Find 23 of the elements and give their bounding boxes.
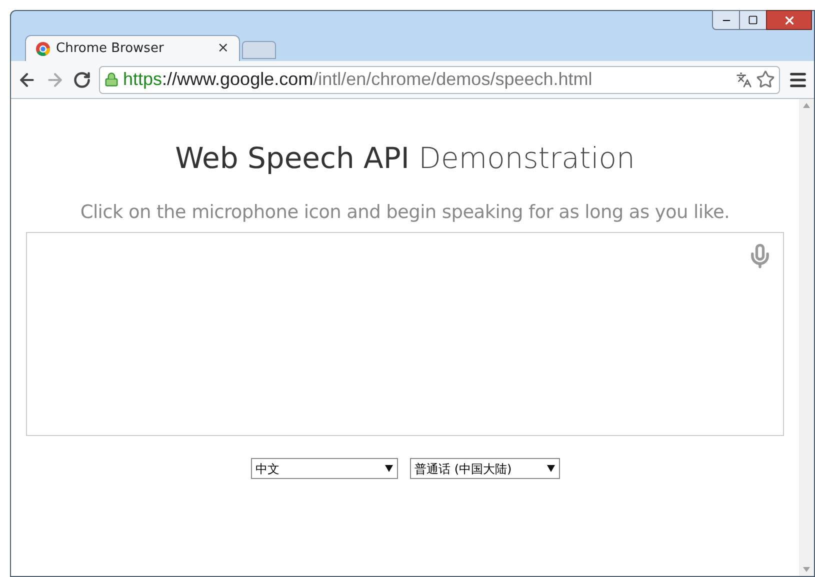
reload-icon[interactable] (73, 70, 91, 88)
maximize-button[interactable] (740, 10, 766, 30)
dropdown-caret-icon (384, 465, 392, 472)
chrome-logo-icon (36, 42, 50, 56)
language-select[interactable]: 普通话 (中国大陆) (410, 458, 560, 480)
scrollbar[interactable] (799, 99, 814, 576)
scroll-down-icon[interactable] (803, 567, 810, 572)
translate-icon[interactable] (736, 72, 752, 88)
page-title: Web Speech API Demonstration (175, 140, 635, 177)
maximize-icon (748, 15, 758, 25)
address-bar[interactable]: https://www.google.com/intl/en/chrome/demos/speech.html (99, 66, 780, 94)
instructions-text: Click on the microphone icon and begin speaking for as long as you like. (80, 200, 730, 224)
language-select[interactable]: 中文 (250, 458, 398, 480)
bookmark-star-icon[interactable] (756, 70, 775, 89)
url-text: https://www.google.com/intl/en/chrome/demos/speech.html (123, 68, 594, 91)
tab-close-button[interactable]: × (217, 38, 229, 59)
new-tab-button[interactable] (242, 41, 276, 59)
browser-tab[interactable]: Chrome Browser × (25, 35, 240, 61)
close-icon (782, 14, 796, 26)
close-window-button[interactable] (766, 10, 812, 30)
tab-title: Chrome Browser (56, 40, 165, 58)
dropdown-caret-icon (546, 465, 554, 472)
scroll-up-icon[interactable] (803, 103, 810, 108)
